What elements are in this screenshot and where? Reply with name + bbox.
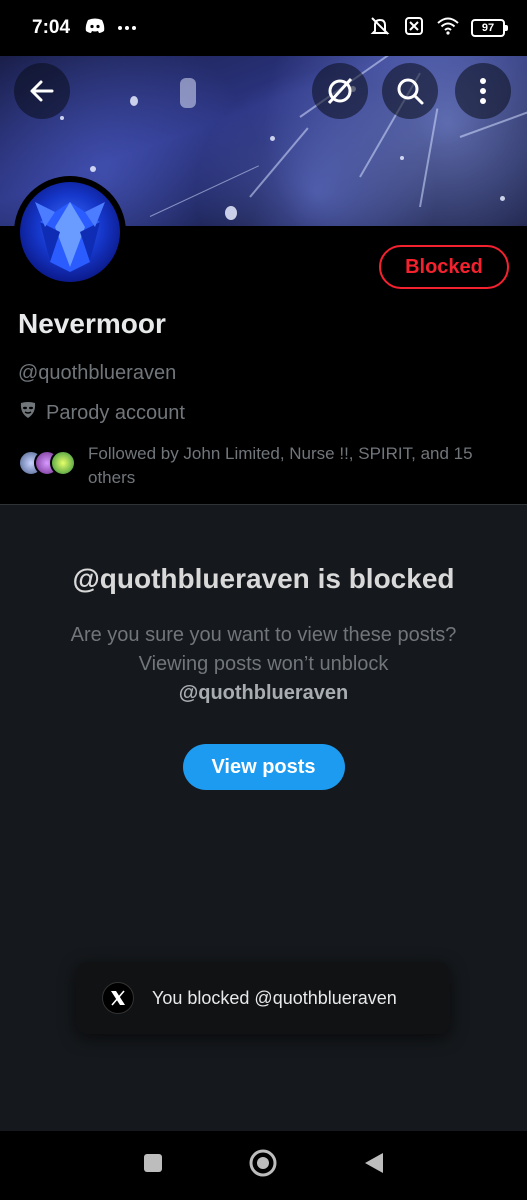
blocked-notice: @quothblueraven is blocked Are you sure …	[0, 505, 527, 790]
battery-icon: 97	[471, 19, 508, 37]
avatar[interactable]	[14, 176, 126, 288]
back-button[interactable]	[14, 63, 70, 119]
profile-handle: @quothblueraven	[18, 362, 177, 384]
follower-avatars	[18, 450, 76, 476]
back-arrow-icon	[30, 80, 54, 102]
toast-notification: You blocked @quothblueraven	[76, 962, 450, 1034]
status-bar: 7:04 97	[0, 0, 527, 56]
square-icon	[144, 1154, 163, 1172]
parody-text: Parody account	[46, 401, 185, 424]
no-sim-icon	[403, 15, 425, 42]
toast-message: You blocked @quothblueraven	[152, 987, 397, 1008]
more-options-button[interactable]	[455, 63, 511, 119]
search-button[interactable]	[382, 63, 438, 119]
recents-button[interactable]	[142, 1152, 164, 1179]
status-time: 7:04	[32, 17, 71, 38]
triangle-back-icon	[364, 1153, 383, 1173]
wifi-icon	[437, 17, 459, 40]
grok-icon	[327, 77, 353, 105]
followed-by[interactable]: Followed by John Limited, Nurse !!, SPIR…	[18, 442, 508, 490]
circle-icon	[249, 1149, 277, 1177]
more-vertical-icon	[480, 78, 486, 104]
more-dots-icon	[118, 26, 137, 30]
follower-avatar	[50, 450, 76, 476]
home-button[interactable]	[248, 1148, 278, 1183]
blocked-button[interactable]: Blocked	[379, 245, 509, 289]
blocked-description: Are you sure you want to view these post…	[0, 621, 527, 708]
system-nav-bar	[0, 1131, 527, 1200]
discord-icon	[84, 18, 106, 39]
grok-button[interactable]	[312, 63, 368, 119]
view-posts-button[interactable]: View posts	[182, 744, 345, 790]
followed-by-text: Followed by John Limited, Nurse !!, SPIR…	[88, 444, 473, 487]
display-name: Nevermoor	[18, 308, 166, 339]
x-logo-icon	[102, 982, 134, 1014]
search-icon	[397, 78, 424, 105]
blocked-title: @quothblueraven is blocked	[72, 563, 455, 594]
parody-label: Parody account	[18, 400, 185, 426]
system-back-button[interactable]	[363, 1151, 385, 1180]
bell-muted-icon	[369, 15, 391, 42]
parody-mask-icon	[18, 400, 38, 426]
blocked-description-text: Are you sure you want to view these post…	[70, 624, 457, 675]
blocked-description-handle: @quothblueraven	[178, 682, 349, 704]
